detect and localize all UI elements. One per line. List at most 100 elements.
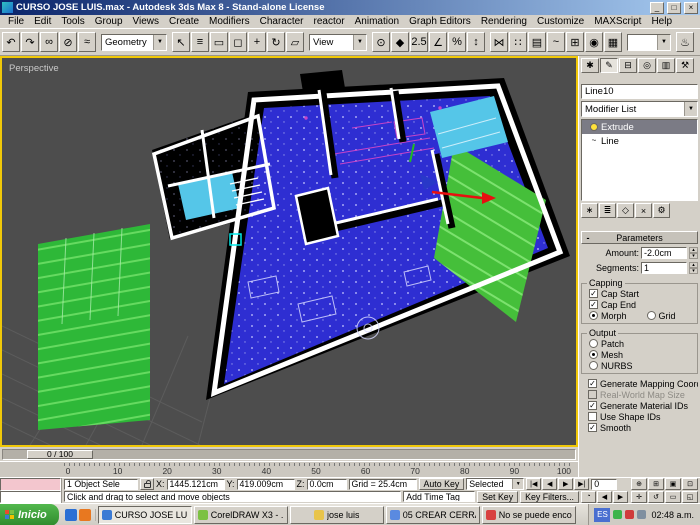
amount-field[interactable]: -2.0cm <box>641 246 687 259</box>
menu-item[interactable]: Help <box>646 15 677 29</box>
align-icon[interactable]: ∷ <box>509 32 527 52</box>
window-crossing-icon[interactable]: ◻ <box>229 32 247 52</box>
checkbox-row[interactable]: Use Shape IDs <box>581 411 698 422</box>
select-by-name-icon[interactable]: ≡ <box>191 32 209 52</box>
layer-manager-icon[interactable]: ▤ <box>528 32 546 52</box>
listener-pane[interactable] <box>0 490 61 503</box>
checkbox-row[interactable]: Generate Material IDs <box>581 400 698 411</box>
menu-item[interactable]: reactor <box>309 15 350 29</box>
quick-render-icon[interactable]: ♨ <box>676 32 694 52</box>
start-button[interactable]: Inicio <box>0 504 59 525</box>
time-tag-field[interactable]: Add Time Tag <box>403 491 476 503</box>
key-mode-combo[interactable]: Selected ▼ <box>466 478 525 491</box>
taskbar-task[interactable]: 05 CREAR CERRA... <box>385 505 480 524</box>
taskbar-task[interactable]: No se puede enco... <box>481 505 576 524</box>
show-end-result-button[interactable]: ≣ <box>599 203 616 218</box>
key-filters-button[interactable]: Key Filters... <box>520 490 579 503</box>
undo-icon[interactable]: ↶ <box>2 32 20 52</box>
percent-snap-icon[interactable]: % <box>448 32 466 52</box>
checkbox-row[interactable]: Real-World Map Size <box>581 389 698 400</box>
taskbar-task[interactable]: jose luis <box>289 505 384 524</box>
checkbox-row[interactable]: Smooth <box>581 422 698 433</box>
menu-item[interactable]: Customize <box>532 15 589 29</box>
time-slider[interactable]: 0 / 100 <box>0 447 578 461</box>
make-unique-button[interactable]: ◇ <box>617 203 634 218</box>
display-tab[interactable]: ▥ <box>657 58 675 73</box>
previous-frame-button[interactable]: ◀ <box>542 478 558 491</box>
angle-snap-icon[interactable]: ∠ <box>429 32 447 52</box>
parameters-rollout-header[interactable]: - Parameters <box>581 231 698 244</box>
macro-recorder-pane[interactable] <box>0 478 61 491</box>
material-editor-icon[interactable]: ◉ <box>585 32 603 52</box>
pin-stack-button[interactable]: ∗ <box>581 203 598 218</box>
radio-row[interactable]: NURBS <box>582 360 697 371</box>
modifier-list-dropdown[interactable]: Modifier List ▼ <box>581 101 698 117</box>
checkbox[interactable] <box>589 300 598 309</box>
select-and-rotate-icon[interactable]: ↻ <box>267 32 285 52</box>
min-max-toggle-button[interactable]: ◱ <box>682 491 698 503</box>
radio-row[interactable]: Grid <box>640 310 698 321</box>
x-coordinate-field[interactable]: 1445.121cm <box>166 478 225 490</box>
radio-button[interactable] <box>646 311 656 320</box>
menu-item[interactable]: Group <box>90 15 128 29</box>
y-coordinate-field[interactable]: 419.009cm <box>236 478 295 490</box>
radio-row[interactable]: Patch <box>582 338 697 349</box>
time-slider-handle[interactable]: 0 / 100 <box>27 449 93 459</box>
radio-button[interactable] <box>589 311 598 320</box>
checkbox[interactable] <box>589 289 598 298</box>
menu-item[interactable]: Tools <box>56 15 89 29</box>
render-type-combo[interactable]: ▼ <box>627 33 671 51</box>
modifier-toggle-icon[interactable]: ~ <box>590 137 598 145</box>
minimize-button[interactable]: _ <box>650 1 664 14</box>
modify-tab[interactable]: ✎ <box>600 58 618 73</box>
spinner-snap-icon[interactable]: ↕ <box>467 32 485 52</box>
zoom-button[interactable]: ⊕ <box>631 478 647 490</box>
mirror-icon[interactable]: ⋈ <box>490 32 508 52</box>
maximize-button[interactable]: □ <box>667 1 681 14</box>
radio-button[interactable] <box>589 361 598 370</box>
go-to-start-button[interactable]: |◀ <box>526 478 542 491</box>
snap-toggle-icon[interactable]: 2.5 <box>410 32 428 52</box>
tray-icon[interactable] <box>613 510 623 519</box>
previous-key-button[interactable]: ◀ <box>597 490 612 503</box>
quick-launch-icon[interactable] <box>78 508 91 521</box>
checkbox[interactable] <box>588 379 597 388</box>
bind-to-space-warp-icon[interactable]: ≈ <box>78 32 96 52</box>
menu-item[interactable]: Animation <box>350 15 404 29</box>
schematic-view-icon[interactable]: ⊞ <box>566 32 584 52</box>
checkbox[interactable] <box>588 412 597 421</box>
redo-icon[interactable]: ↷ <box>21 32 39 52</box>
select-and-move-icon[interactable]: + <box>248 32 266 52</box>
menu-item[interactable]: File <box>3 15 29 29</box>
segments-field[interactable]: 1 <box>641 261 687 274</box>
go-to-end-button[interactable]: ▶| <box>574 478 590 491</box>
remove-modifier-button[interactable]: × <box>635 203 652 218</box>
taskbar-task[interactable]: CorelDRAW X3 - ... <box>193 505 288 524</box>
checkbox-row[interactable]: Cap Start <box>582 288 697 299</box>
configure-modifier-sets-button[interactable]: ⚙ <box>653 203 670 218</box>
unlink-selection-icon[interactable]: ⊘ <box>59 32 77 52</box>
tray-icon[interactable] <box>637 510 647 519</box>
radio-row[interactable]: Morph <box>582 310 640 321</box>
viewport-label[interactable]: Perspective <box>9 63 59 74</box>
zoom-extents-all-button[interactable]: ⊡ <box>682 478 698 490</box>
rectangular-selection-icon[interactable]: ▭ <box>210 32 228 52</box>
menu-item[interactable]: Views <box>128 15 165 29</box>
use-pivot-center-icon[interactable]: ⊙ <box>372 32 390 52</box>
selection-lock-button[interactable] <box>140 478 154 491</box>
motion-tab[interactable]: ◎ <box>638 58 656 73</box>
viewport-canvas[interactable]: Perspective <box>1 58 576 446</box>
taskbar-task[interactable]: CURSO JOSE LUI... <box>97 505 192 524</box>
utilities-tab[interactable]: ⚒ <box>676 58 694 73</box>
pan-button[interactable]: ✛ <box>631 491 647 503</box>
modifier-stack-item[interactable]: Extrude <box>582 120 697 134</box>
terrace-left[interactable] <box>38 224 150 430</box>
close-button[interactable]: × <box>684 1 698 14</box>
language-indicator[interactable]: ES <box>594 507 611 522</box>
title-bar[interactable]: CURSO JOSE LUIS.max - Autodesk 3ds Max 8… <box>0 0 700 15</box>
maxscript-mini-listener[interactable] <box>0 478 62 503</box>
track-bar[interactable]: 0 10 20 30 40 50 60 70 80 90 100 <box>0 461 578 477</box>
z-coordinate-field[interactable]: 0.0cm <box>306 478 347 490</box>
arc-rotate-button[interactable]: ↺ <box>648 491 664 503</box>
quick-launch-icon[interactable] <box>64 508 77 521</box>
